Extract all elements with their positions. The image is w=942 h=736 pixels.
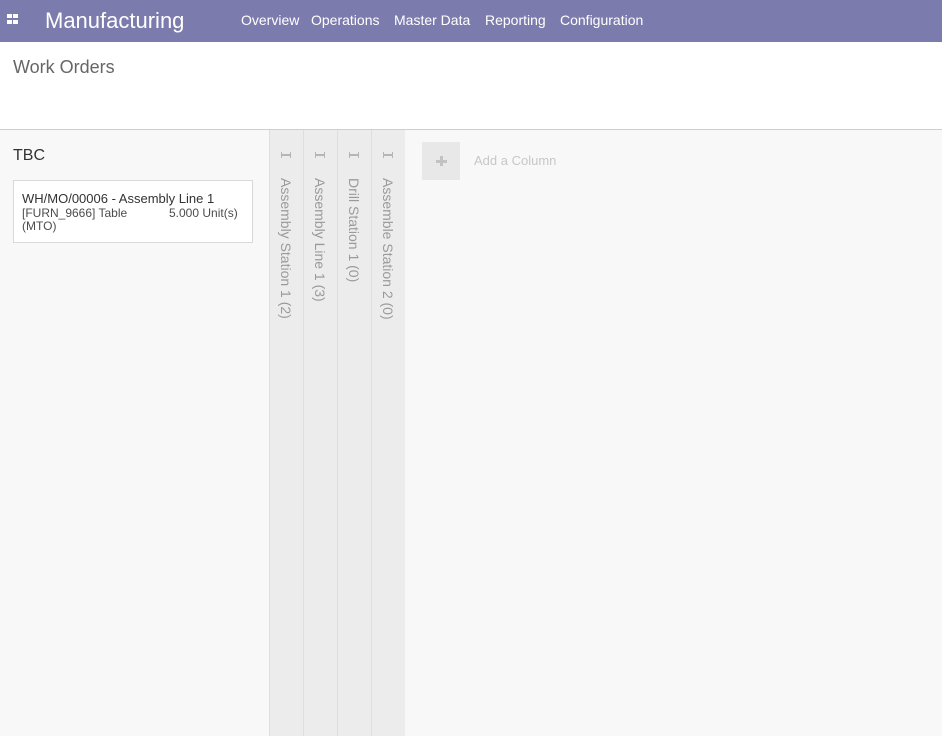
menu-operations[interactable]: Operations bbox=[311, 12, 379, 29]
kanban-group-tbc: TBC WH/MO/00006 - Assembly Line 1 [FURN_… bbox=[0, 130, 269, 736]
folded-column-assembly-line-1[interactable]: Assembly Line 1 (3) bbox=[303, 130, 337, 736]
folded-column-label: Assemble Station 2 (0) bbox=[380, 178, 396, 320]
folded-column-assemble-station-2[interactable]: Assemble Station 2 (0) bbox=[371, 130, 405, 736]
add-column-label[interactable]: Add a Column bbox=[474, 153, 556, 169]
card-quantity: 5.000 Unit(s) bbox=[169, 206, 238, 220]
menu-overview[interactable]: Overview bbox=[241, 12, 299, 29]
breadcrumb-work-orders: Work Orders bbox=[13, 57, 115, 77]
unfold-handle-icon[interactable] bbox=[349, 152, 359, 158]
folded-column-label: Assembly Station 1 (2) bbox=[278, 178, 294, 319]
card-title: WH/MO/00006 - Assembly Line 1 bbox=[22, 191, 215, 206]
kanban-view: TBC WH/MO/00006 - Assembly Line 1 [FURN_… bbox=[0, 130, 942, 736]
group-title: TBC bbox=[13, 147, 45, 164]
folded-column-label: Drill Station 1 (0) bbox=[346, 178, 362, 283]
folded-column-drill-station-1[interactable]: Drill Station 1 (0) bbox=[337, 130, 371, 736]
control-panel: Work Orders bbox=[0, 42, 942, 130]
folded-column-label: Assembly Line 1 (3) bbox=[312, 178, 328, 302]
app-brand[interactable]: Manufacturing bbox=[45, 7, 184, 34]
unfold-handle-icon[interactable] bbox=[281, 152, 291, 158]
folded-column-assembly-station-1[interactable]: Assembly Station 1 (2) bbox=[269, 130, 303, 736]
top-navbar: Manufacturing Overview Operations Master… bbox=[0, 0, 942, 42]
apps-grid-icon[interactable] bbox=[7, 14, 19, 25]
unfold-handle-icon[interactable] bbox=[315, 152, 325, 158]
card-product: [FURN_9666] Table (MTO) bbox=[22, 206, 128, 233]
add-column-button[interactable] bbox=[422, 142, 460, 180]
menu-reporting[interactable]: Reporting bbox=[485, 12, 546, 29]
menu-master-data[interactable]: Master Data bbox=[394, 12, 470, 29]
unfold-handle-icon[interactable] bbox=[383, 152, 393, 158]
menu-configuration[interactable]: Configuration bbox=[560, 12, 643, 29]
work-order-card[interactable]: WH/MO/00006 - Assembly Line 1 [FURN_9666… bbox=[13, 180, 253, 243]
